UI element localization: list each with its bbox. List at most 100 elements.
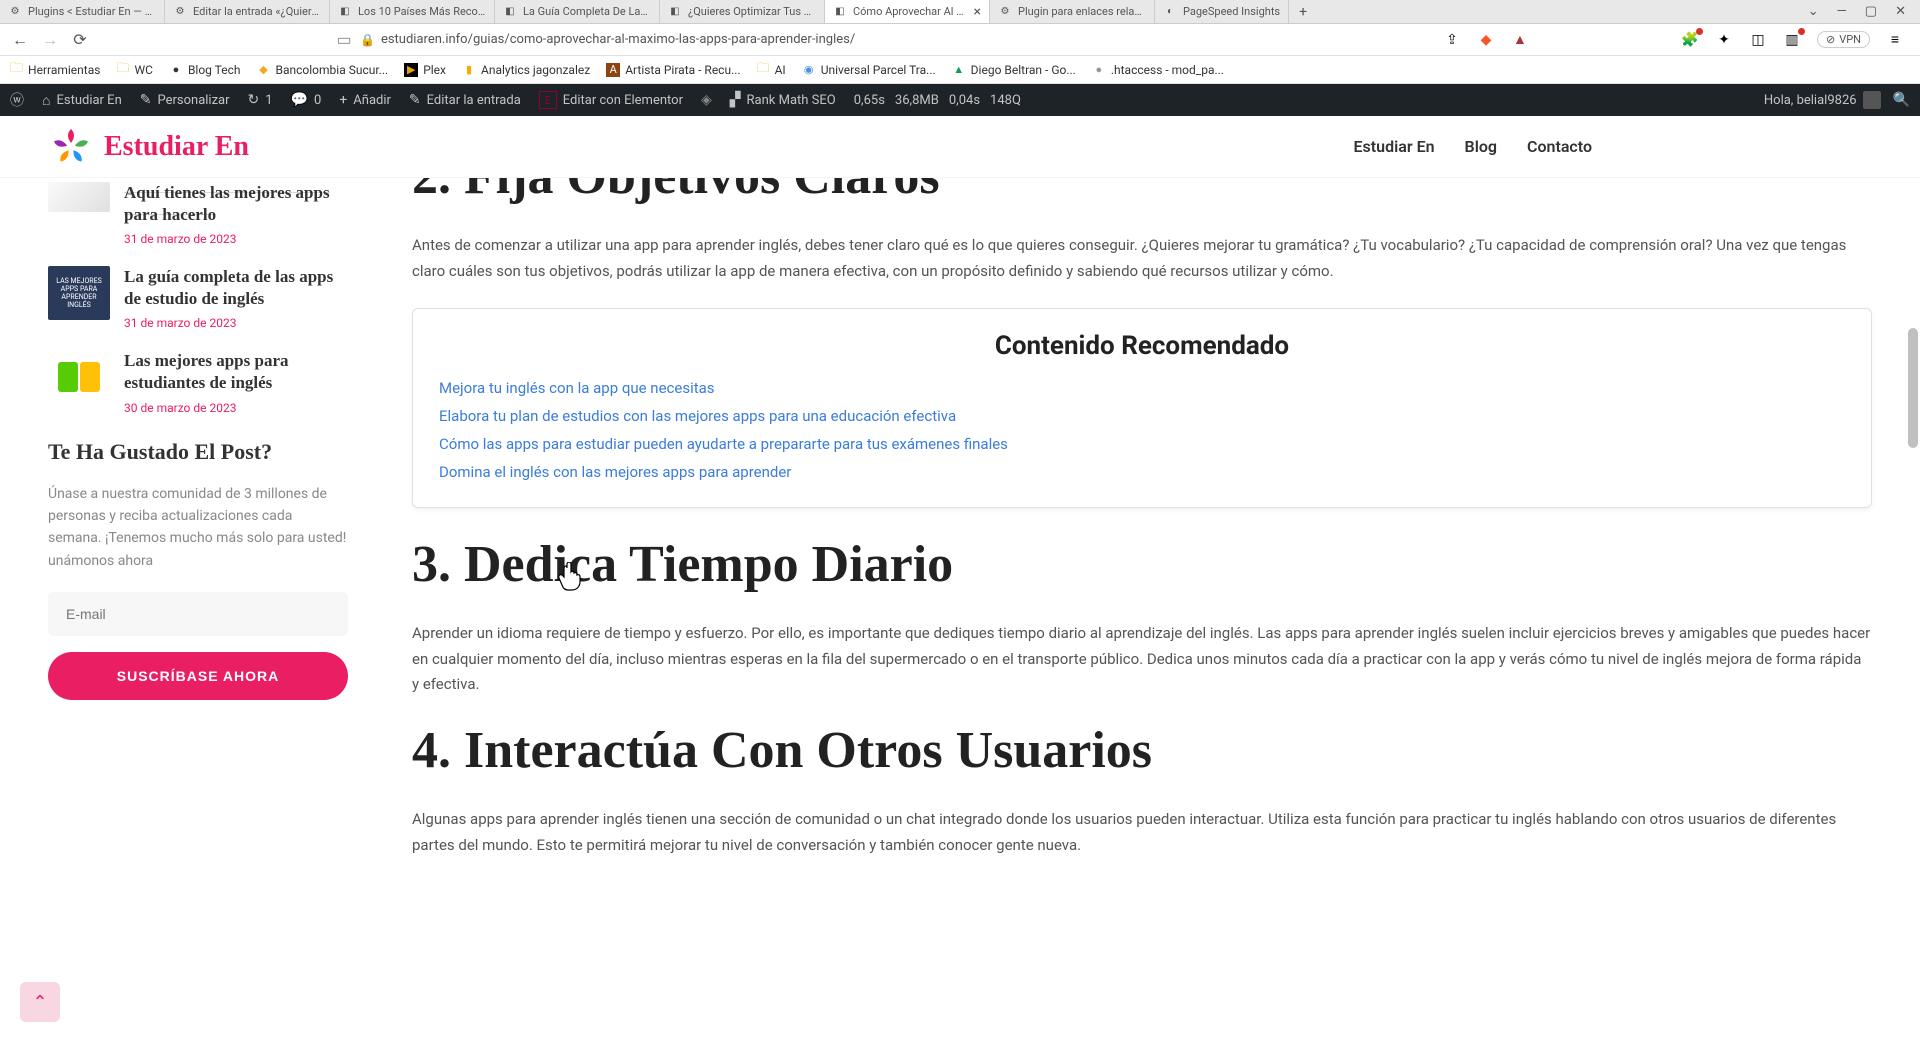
bookmark-folder[interactable]: 🗀AI: [757, 59, 786, 81]
wallet-icon[interactable]: ▥: [1783, 31, 1801, 49]
browser-tab[interactable]: ⚙Editar la entrada «¿Quieres opt...: [165, 0, 330, 23]
minimize-button[interactable]: —: [1837, 4, 1847, 19]
wp-site-name[interactable]: ⌂Estudiar En: [42, 92, 122, 109]
lock-icon[interactable]: 🔒: [360, 33, 375, 47]
tab-close-icon[interactable]: ×: [974, 4, 981, 20]
nav-link-home[interactable]: Estudiar En: [1354, 137, 1435, 156]
wordpress-icon: ⚙: [8, 5, 22, 19]
tab-search-icon[interactable]: ⌄: [1808, 4, 1819, 19]
related-date: 30 de marzo de 2023: [124, 401, 348, 415]
wp-edit-post[interactable]: ✎Editar la entrada: [409, 92, 521, 108]
browser-tab[interactable]: ◧¿Quieres Optimizar Tus Estudi...: [660, 0, 825, 23]
recommended-link[interactable]: Mejora tu inglés con la app que necesita…: [439, 379, 1845, 397]
related-post[interactable]: Aquí tienes las mejores apps para hacerl…: [48, 182, 348, 246]
url-input[interactable]: ▭ 🔒 estudiaren.info/guias/como-aprovecha…: [100, 30, 1433, 50]
bookmark-link[interactable]: ●.htaccess - mod_pa...: [1092, 63, 1224, 77]
browser-tab-active[interactable]: ◧Cómo Aprovechar Al Máxi...×: [825, 0, 990, 23]
related-post[interactable]: LAS MEJORES APPS PARA APRENDER INGLÉS La…: [48, 266, 348, 330]
share-icon[interactable]: ⇪: [1443, 31, 1461, 49]
logo-icon: [48, 124, 94, 170]
bookmark-link[interactable]: ●Blog Tech: [169, 63, 241, 77]
section-heading-3: 3. Dedica Tiempo Diario: [412, 536, 1872, 593]
browser-tab[interactable]: ◧La Guía Completa De Las Apps...: [495, 0, 660, 23]
folder-icon: 🗀: [116, 59, 129, 81]
plex-icon: ▶: [404, 63, 418, 77]
nav-link-blog[interactable]: Blog: [1465, 137, 1497, 156]
home-icon: ⌂: [42, 92, 50, 109]
related-date: 31 de marzo de 2023: [124, 232, 348, 246]
logo-text: Estudiar En: [104, 131, 249, 163]
bookmark-link[interactable]: ◆Bancolombia Sucur...: [257, 63, 389, 77]
recommended-content-box: Contenido Recomendado Mejora tu inglés c…: [412, 308, 1872, 508]
post-thumbnail: [48, 350, 110, 404]
sidebar-icon[interactable]: ◫: [1749, 31, 1767, 49]
vpn-button[interactable]: ⊘VPN: [1817, 31, 1870, 48]
wp-comments[interactable]: 💬0: [291, 92, 322, 108]
browser-tab[interactable]: ⚙Plugins < Estudiar En — Word...: [0, 0, 165, 23]
bookmark-folder[interactable]: 🗀Herramientas: [10, 59, 100, 81]
folder-icon: 🗀: [10, 59, 23, 81]
bookmark-folder[interactable]: 🗀WC: [116, 59, 152, 81]
scrollbar-thumb[interactable]: [1908, 328, 1918, 448]
wp-performance[interactable]: 0,65s 36,8MB 0,04s 148Q: [854, 93, 1021, 108]
pagespeed-icon: ◐: [1163, 5, 1177, 19]
extensions-icon[interactable]: ✦: [1715, 31, 1733, 49]
gdrive-icon: ▲: [952, 63, 966, 77]
wp-theme[interactable]: ◈: [701, 92, 712, 108]
wp-admin-bar: ⓦ ⌂Estudiar En ✎Personalizar ↻1 💬0 +Añad…: [0, 84, 1920, 116]
maximize-button[interactable]: ▢: [1865, 4, 1877, 19]
tab-label: La Guía Completa De Las Apps...: [523, 5, 651, 18]
back-button[interactable]: ←: [10, 30, 30, 50]
brush-icon: ✎: [140, 92, 152, 108]
wp-user-greeting[interactable]: Hola, belial9826: [1764, 91, 1881, 109]
browser-tab[interactable]: ⚙Plugin para enlaces relacionad...: [990, 0, 1155, 23]
page-icon: ◧: [338, 5, 352, 19]
bookmark-icon[interactable]: ▭: [334, 30, 354, 50]
recommended-title: Contenido Recomendado: [439, 331, 1845, 361]
tab-label: Cómo Aprovechar Al Máxi...: [853, 5, 970, 18]
chevron-up-icon: ⌃: [32, 992, 47, 1013]
wp-customize[interactable]: ✎Personalizar: [140, 92, 230, 108]
tab-label: Plugin para enlaces relacionad...: [1018, 5, 1146, 18]
related-title: Las mejores apps para estudiantes de ing…: [124, 350, 348, 394]
browser-tab[interactable]: ◧Los 10 Países Más Recomenda...: [330, 0, 495, 23]
browser-tab-bar: ⚙Plugins < Estudiar En — Word... ⚙Editar…: [0, 0, 1920, 24]
bookmark-link[interactable]: ▶Plex: [404, 63, 446, 77]
close-window-button[interactable]: ✕: [1895, 4, 1906, 19]
site-logo[interactable]: Estudiar En: [48, 124, 249, 170]
reload-button[interactable]: ⟳: [70, 30, 90, 50]
scroll-to-top-button[interactable]: ⌃: [20, 982, 60, 1022]
bookmark-link[interactable]: ◉Universal Parcel Tra...: [802, 63, 936, 77]
recommended-link[interactable]: Elabora tu plan de estudios con las mejo…: [439, 407, 1845, 425]
wp-updates[interactable]: ↻1: [248, 92, 273, 108]
subscribe-heading: Te Ha Gustado El Post?: [48, 439, 348, 465]
wp-add-new[interactable]: +Añadir: [339, 92, 391, 108]
forward-button[interactable]: →: [40, 30, 60, 50]
nav-link-contact[interactable]: Contacto: [1527, 137, 1592, 156]
extension-icon[interactable]: 🧩: [1681, 31, 1699, 49]
bookmarks-bar: 🗀Herramientas 🗀WC ●Blog Tech ◆Bancolombi…: [0, 56, 1920, 84]
subscribe-button[interactable]: SUSCRÍBASE AHORA: [48, 652, 348, 700]
browser-tab[interactable]: ◐PageSpeed Insights: [1155, 0, 1289, 23]
bookmark-link[interactable]: ▲Diego Beltran - Go...: [952, 63, 1076, 77]
wp-logo[interactable]: ⓦ: [10, 90, 24, 110]
recommended-link[interactable]: Domina el inglés con las mejores apps pa…: [439, 463, 1845, 481]
related-post[interactable]: Las mejores apps para estudiantes de ing…: [48, 350, 348, 414]
wp-search[interactable]: 🔍: [1893, 92, 1910, 108]
related-date: 31 de marzo de 2023: [124, 316, 348, 330]
scrollbar[interactable]: [1908, 178, 1918, 1042]
avatar: [1863, 91, 1881, 109]
new-tab-button[interactable]: +: [1289, 0, 1317, 23]
page-viewport: Estudiar En Estudiar En Blog Contacto Aq…: [0, 116, 1920, 1042]
update-icon: ↻: [248, 92, 260, 108]
email-field[interactable]: [48, 592, 348, 636]
wp-rankmath[interactable]: ▞Rank Math SEO: [730, 92, 836, 108]
brave-rewards-icon[interactable]: ▲: [1511, 31, 1529, 49]
recommended-link[interactable]: Cómo las apps para estudiar pueden ayuda…: [439, 435, 1845, 453]
post-thumbnail: LAS MEJORES APPS PARA APRENDER INGLÉS: [48, 266, 110, 320]
bookmark-link[interactable]: ▮Analytics jagonzalez: [462, 63, 590, 77]
menu-icon[interactable]: ≡: [1886, 31, 1904, 49]
bookmark-link[interactable]: AArtista Pirata - Recu...: [606, 63, 740, 77]
brave-shields-icon[interactable]: ◆: [1477, 31, 1495, 49]
wp-elementor[interactable]: EEditar con Elementor: [539, 91, 683, 109]
